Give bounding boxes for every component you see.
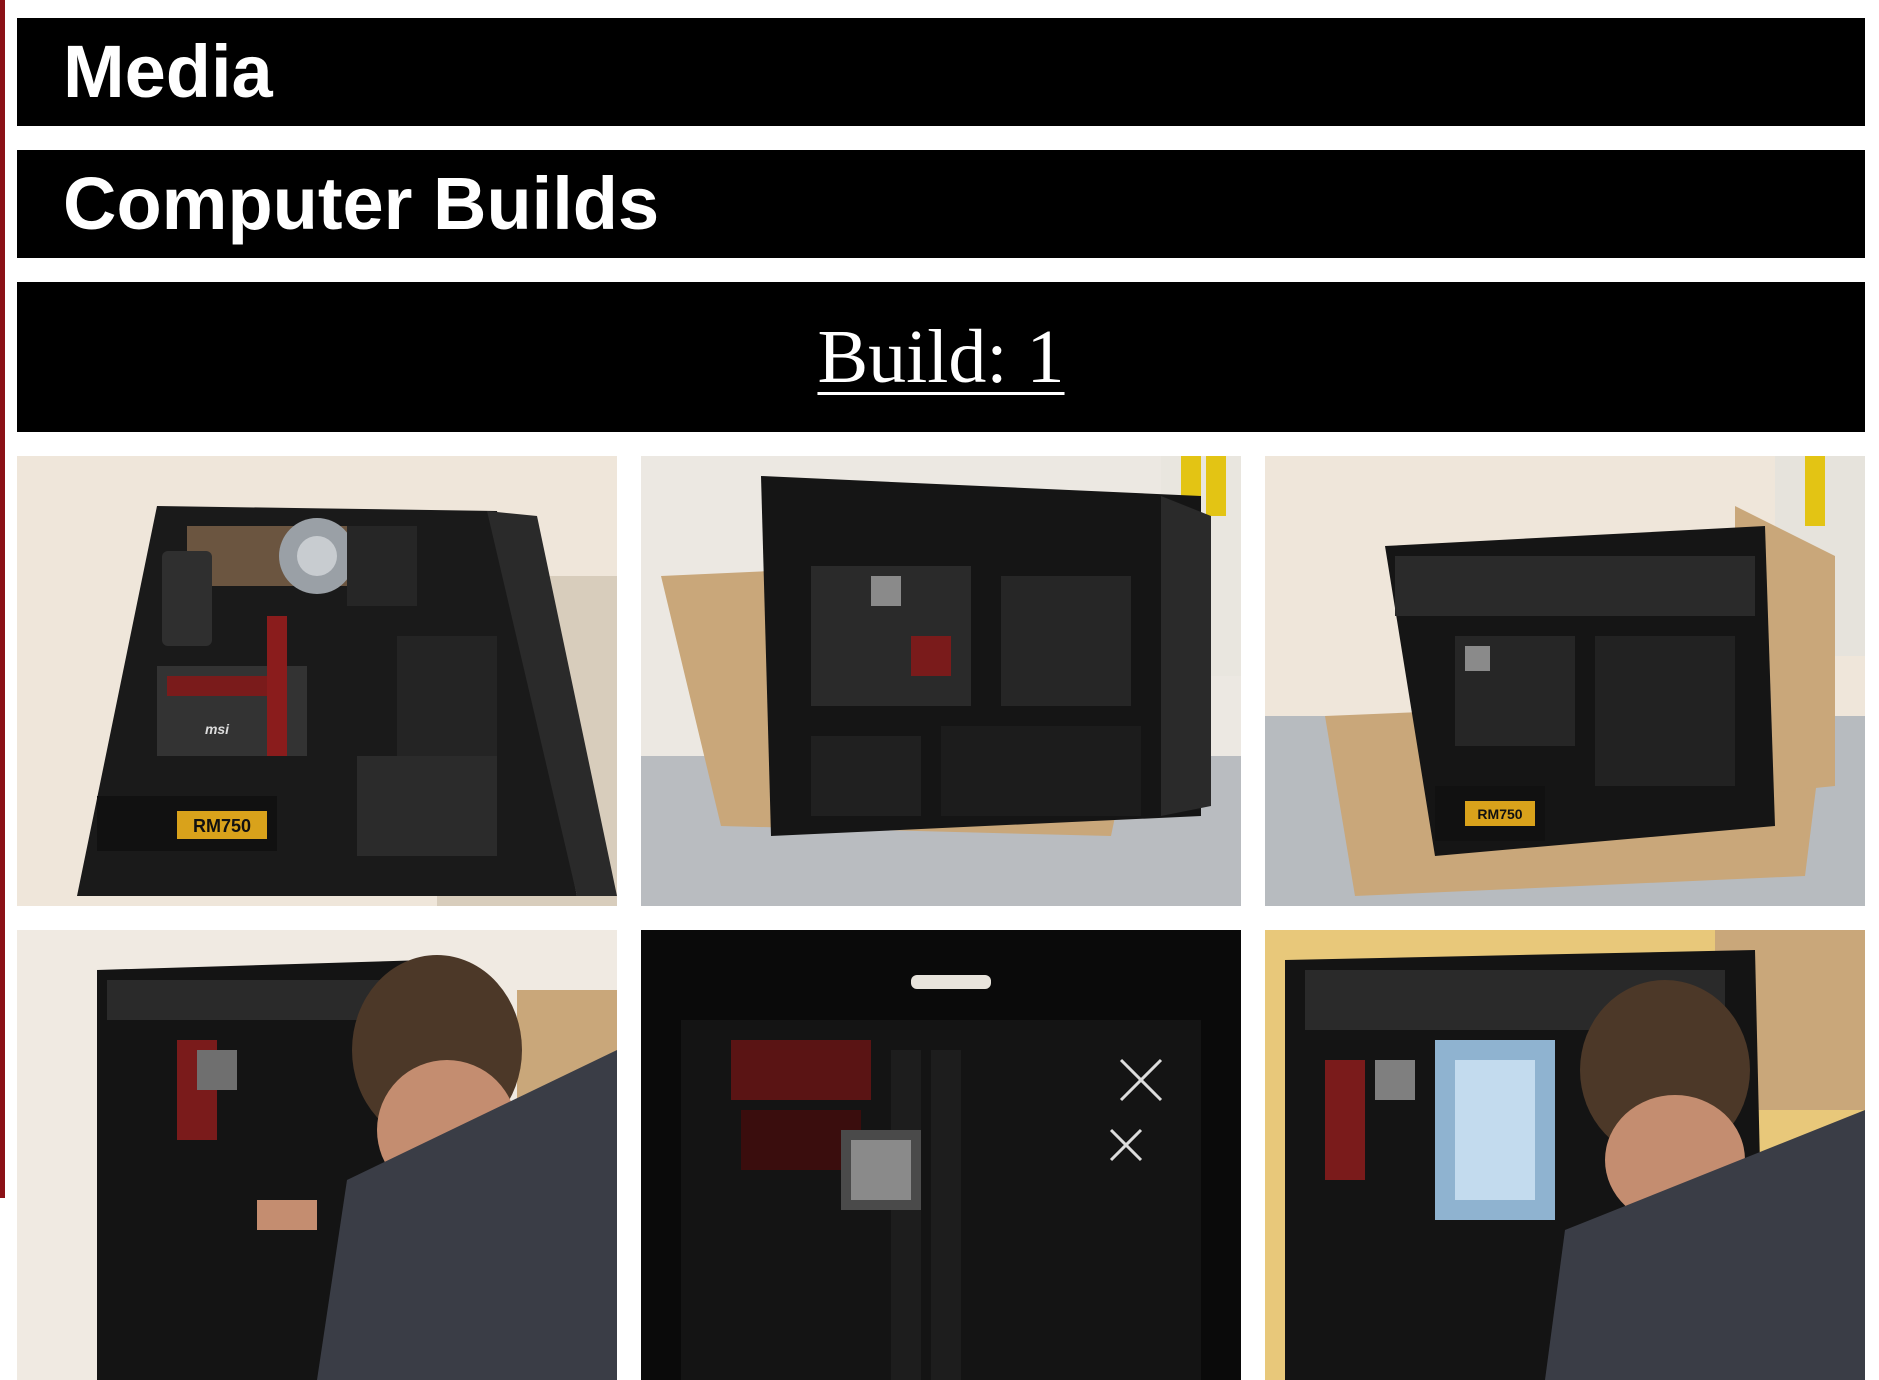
pc-case-with-person-photo-icon bbox=[1265, 930, 1865, 1380]
media-header: Media bbox=[17, 18, 1865, 126]
pc-case-photo-icon: RM750 bbox=[1265, 456, 1865, 906]
gallery-photo-3[interactable]: RM750 bbox=[1265, 456, 1865, 906]
media-header-title: Media bbox=[63, 30, 273, 113]
gallery-photo-4[interactable] bbox=[17, 930, 617, 1380]
build-1-link[interactable]: Build: 1 bbox=[817, 314, 1064, 401]
photo-gallery: RM750 msi RM750 bbox=[17, 456, 1865, 1380]
psu-label-text: RM750 bbox=[1477, 806, 1522, 822]
page-content: Media Computer Builds Build: 1 RM750 msi… bbox=[17, 18, 1865, 1380]
pc-motherboard-closeup-photo-icon bbox=[641, 930, 1241, 1380]
pc-case-photo-icon bbox=[641, 456, 1241, 906]
left-accent-rule bbox=[0, 0, 5, 1198]
gallery-photo-5[interactable] bbox=[641, 930, 1241, 1380]
computer-builds-title: Computer Builds bbox=[63, 162, 660, 245]
pc-case-photo-icon: RM750 msi bbox=[17, 456, 617, 906]
gallery-photo-6[interactable] bbox=[1265, 930, 1865, 1380]
gallery-photo-1[interactable]: RM750 msi bbox=[17, 456, 617, 906]
gallery-photo-2[interactable] bbox=[641, 456, 1241, 906]
build-header: Build: 1 bbox=[17, 282, 1865, 432]
psu-label-text: RM750 bbox=[193, 816, 251, 836]
computer-builds-header: Computer Builds bbox=[17, 150, 1865, 258]
pc-case-with-person-photo-icon bbox=[17, 930, 617, 1380]
brand-label-text: msi bbox=[205, 721, 230, 737]
